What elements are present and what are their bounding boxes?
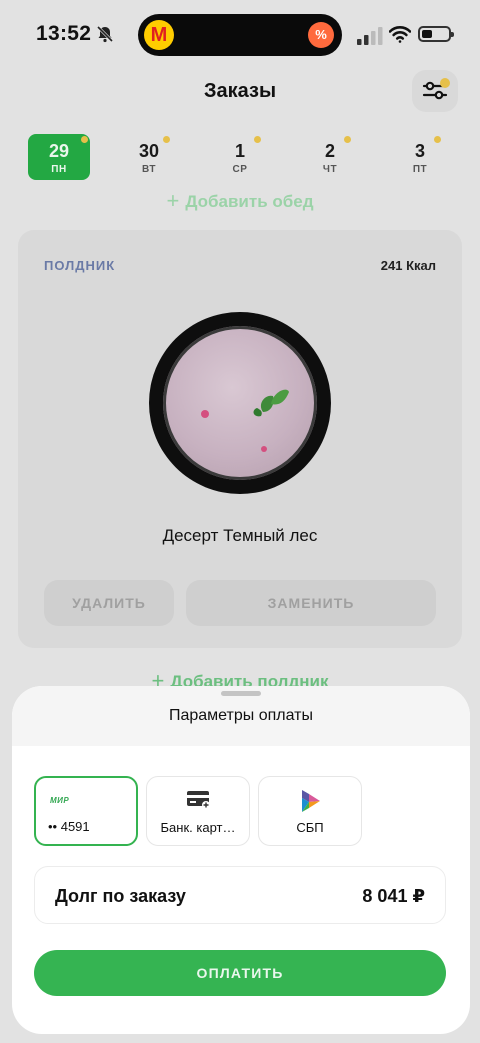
day-indicator-dot (163, 136, 170, 143)
filter-button[interactable] (412, 70, 458, 112)
pay-button[interactable]: ОПЛАТИТЬ (34, 950, 446, 996)
payment-sheet: Параметры оплаты МИР •• 4591 Банк. карт…… (12, 686, 470, 1034)
sheet-grabber[interactable] (221, 691, 261, 696)
debt-summary: Долг по заказу 8 041 ₽ (34, 866, 446, 924)
day-weekday: ПТ (412, 164, 428, 175)
delete-button[interactable]: УДАЛИТЬ (44, 580, 174, 626)
payment-method-bank-card[interactable]: Банк. карт… (146, 776, 250, 846)
day-weekday: ЧТ (322, 164, 338, 175)
payment-method-label: Банк. карт… (160, 820, 236, 835)
status-time: 13:52 (36, 22, 92, 45)
payment-method-label: •• 4591 (48, 819, 90, 834)
day-indicator-dot (344, 136, 351, 143)
meal-type-label: ПОЛДНИК (44, 258, 116, 273)
payment-method-mir-card[interactable]: МИР •• 4591 (34, 776, 138, 846)
sbp-icon (302, 790, 320, 812)
page-title: Заказы (203, 80, 277, 102)
sheet-header: Параметры оплаты (12, 686, 470, 746)
add-lunch-button[interactable]: + Добавить обед (0, 188, 480, 214)
debt-label: Долг по заказу (55, 886, 186, 906)
dish-name: Десерт Темный лес (162, 526, 318, 545)
day-30[interactable]: 30 ВТ (118, 134, 180, 180)
mir-logo-icon: МИР (50, 796, 70, 805)
day-indicator-dot (434, 136, 441, 143)
status-bar: 13:52 М % (0, 0, 480, 72)
plus-icon: + (166, 188, 180, 213)
replace-button[interactable]: ЗАМЕНИТЬ (186, 580, 436, 626)
day-selector: 29 ПН 30 ВТ 1 СР 2 ЧТ 3 ПТ (0, 134, 480, 182)
day-indicator-dot (254, 136, 261, 143)
app-logo-icon: М (144, 20, 174, 50)
mint-leaf-icon (253, 389, 289, 417)
day-number: 1 (234, 141, 245, 161)
wifi-icon (389, 26, 411, 43)
day-3[interactable]: 3 ПТ (389, 134, 451, 180)
payment-method-label: СБП (296, 820, 324, 835)
sheet-title: Параметры оплаты (168, 707, 313, 724)
day-indicator-dot (81, 136, 88, 143)
battery-icon (418, 26, 454, 42)
bank-card-icon (187, 791, 210, 809)
dish-photo (149, 312, 331, 494)
day-number: 29 (48, 141, 70, 161)
meal-card: ПОЛДНИК 241 Ккал Десерт Темный лес УДАЛИ… (18, 230, 462, 648)
cellular-signal-icon (357, 27, 383, 45)
discount-icon: % (308, 22, 334, 48)
day-weekday: ВТ (142, 164, 156, 175)
debt-amount: 8 041 ₽ (362, 886, 425, 906)
day-number: 30 (138, 141, 160, 161)
filter-indicator-dot (440, 78, 450, 88)
day-number: 2 (324, 141, 335, 161)
payment-method-sbp[interactable]: СБП (258, 776, 362, 846)
day-2[interactable]: 2 ЧТ (299, 134, 361, 180)
day-weekday: СР (232, 164, 248, 175)
add-lunch-label: Добавить обед (185, 192, 314, 211)
day-number: 3 (414, 141, 425, 161)
meal-kcal: 241 Ккал (380, 258, 436, 273)
bell-off-icon (96, 25, 114, 43)
day-29[interactable]: 29 ПН (28, 134, 90, 180)
day-weekday: ПН (51, 164, 67, 175)
dynamic-island: М % (138, 14, 342, 56)
day-1[interactable]: 1 СР (209, 134, 271, 180)
